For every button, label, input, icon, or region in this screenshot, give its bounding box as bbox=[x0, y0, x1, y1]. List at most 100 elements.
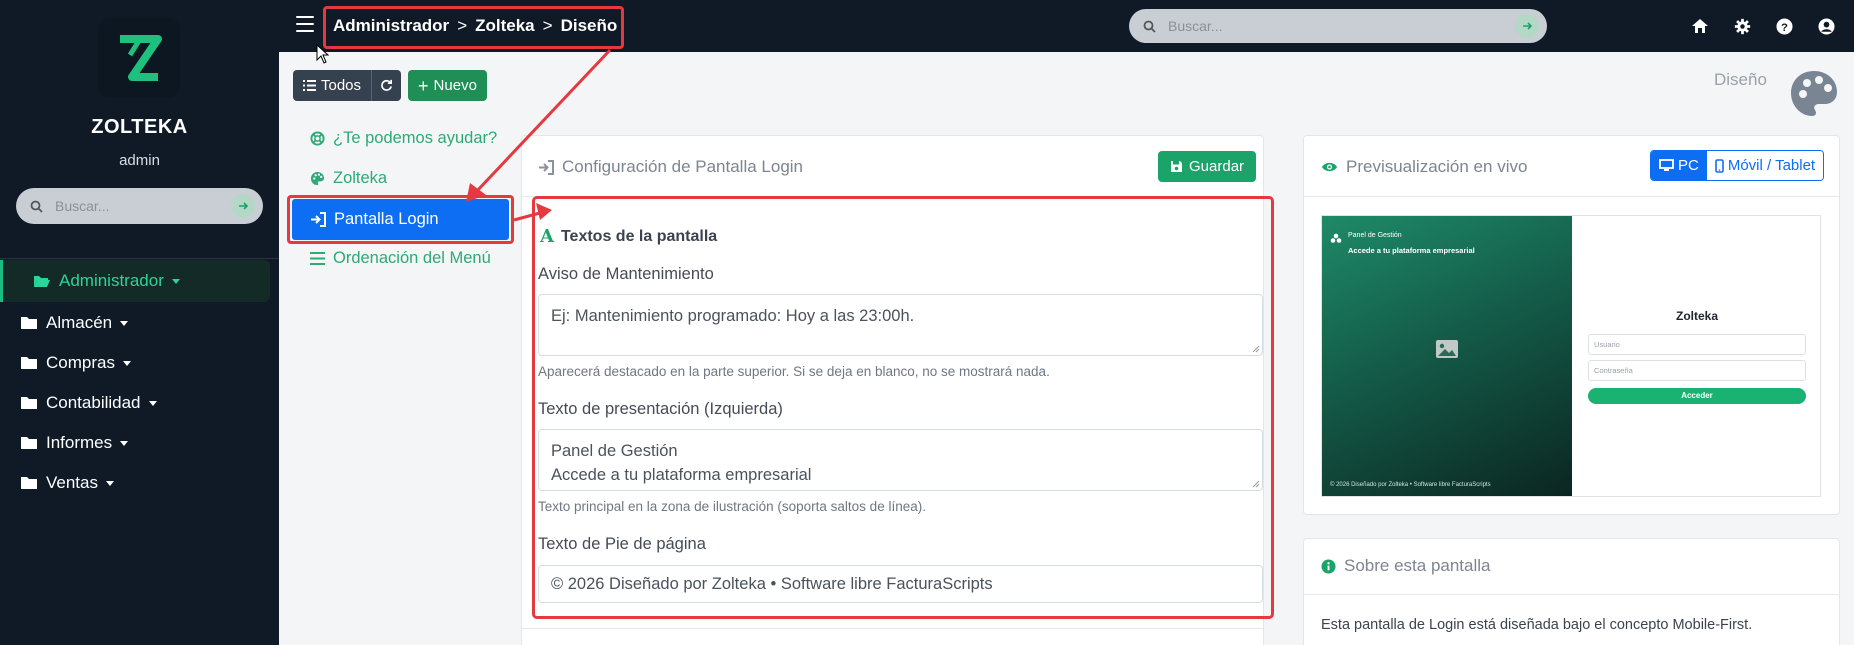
gear-icon[interactable] bbox=[1732, 16, 1752, 36]
breadcrumb-highlight bbox=[323, 6, 624, 49]
eye-icon bbox=[1322, 162, 1337, 172]
sidebar-item-informes[interactable]: Informes bbox=[20, 425, 129, 461]
info-icon bbox=[1321, 558, 1336, 574]
sidebar-item-contabilidad[interactable]: Contabilidad bbox=[20, 385, 157, 421]
footer-value: © 2026 Diseñado por Zolteka • Software l… bbox=[551, 575, 993, 593]
subnav-label: ¿Te podemos ayudar? bbox=[333, 128, 498, 147]
login-preview: Panel de Gestión Accede a tu plataforma … bbox=[1321, 215, 1821, 497]
sidebar-item-administrador[interactable]: Administrador bbox=[0, 260, 270, 302]
caret-down-icon bbox=[120, 320, 129, 326]
subnav-highlight bbox=[287, 195, 514, 244]
mobile-label: Móvil / Tablet bbox=[1727, 157, 1816, 174]
preview-card-divider bbox=[1304, 196, 1839, 197]
svg-text:?: ? bbox=[1781, 21, 1788, 33]
preview-login-title: Zolteka bbox=[1675, 309, 1718, 323]
preview-title-text: Previsualización en vivo bbox=[1346, 157, 1528, 176]
section-title: A Textos de la pantalla bbox=[540, 226, 717, 247]
image-icon bbox=[1436, 340, 1458, 358]
menu-toggle-icon[interactable] bbox=[296, 16, 314, 32]
toolbar: Todos + Nuevo bbox=[293, 70, 487, 101]
presentation-textarea[interactable]: Panel de Gestión Accede a tu plataforma … bbox=[538, 429, 1263, 491]
subnav-zolteka[interactable]: Zolteka bbox=[310, 160, 387, 196]
sidebar-item-label: Ventas bbox=[46, 473, 98, 492]
config-card-bottom-divider bbox=[522, 628, 1263, 629]
device-toggle: PC Móvil / Tablet bbox=[1650, 150, 1825, 181]
footer-label: Texto de Pie de página bbox=[538, 535, 706, 553]
top-search[interactable]: Buscar... bbox=[1129, 9, 1547, 43]
sidebar-item-ventas[interactable]: Ventas bbox=[20, 465, 114, 501]
top-search-go-button[interactable] bbox=[1515, 14, 1539, 38]
folder-icon bbox=[21, 317, 37, 329]
save-button[interactable]: Guardar bbox=[1158, 151, 1257, 182]
life-ring-icon bbox=[310, 130, 325, 146]
folder-icon bbox=[21, 477, 37, 489]
sidebar-item-label: Informes bbox=[46, 433, 113, 452]
maintenance-placeholder: Ej: Mantenimiento programado: Hoy a las … bbox=[551, 307, 915, 325]
nuevo-label: Nuevo bbox=[433, 77, 477, 94]
preview-subtitle: Accede a tu plataforma empresarial bbox=[1348, 246, 1475, 255]
maintenance-label: Aviso de Mantenimiento bbox=[538, 265, 714, 283]
font-icon: A bbox=[540, 226, 554, 247]
arrow-right-icon bbox=[239, 202, 249, 210]
sidebar-search[interactable]: Buscar... bbox=[16, 188, 263, 224]
nuevo-button[interactable]: + Nuevo bbox=[408, 70, 487, 101]
caret-down-icon bbox=[106, 480, 114, 486]
floppy-icon bbox=[1171, 161, 1182, 172]
help-icon[interactable]: ? bbox=[1774, 16, 1794, 36]
pc-toggle-button[interactable]: PC bbox=[1651, 151, 1707, 180]
sidebar-item-label: Compras bbox=[46, 353, 115, 372]
about-card-title: Sobre esta pantalla bbox=[1321, 556, 1491, 576]
sidebar-search-go-button[interactable] bbox=[231, 194, 255, 218]
brand-name: ZOLTEKA bbox=[91, 116, 188, 138]
sidebar: ZOLTEKA admin Buscar... Administrador Al… bbox=[0, 0, 279, 645]
sidebar-item-compras[interactable]: Compras bbox=[20, 345, 131, 381]
sidebar-item-label: Administrador bbox=[59, 271, 164, 290]
sidebar-item-almacen[interactable]: Almacén bbox=[20, 305, 129, 341]
maintenance-help: Aparecerá destacado en la parte superior… bbox=[538, 364, 1050, 379]
preview-password-input: Contraseña bbox=[1588, 360, 1806, 381]
palette-icon bbox=[1791, 71, 1837, 116]
footer-input[interactable]: © 2026 Diseñado por Zolteka • Software l… bbox=[538, 565, 1263, 603]
folder-open-icon bbox=[34, 276, 50, 287]
subnav-menu-order[interactable]: Ordenación del Menú bbox=[310, 240, 491, 276]
subnav-label: Ordenación del Menú bbox=[333, 248, 491, 267]
top-search-input[interactable]: Buscar... bbox=[1168, 18, 1515, 34]
sidebar-item-label: Contabilidad bbox=[46, 393, 141, 412]
user-icon[interactable] bbox=[1816, 16, 1836, 36]
sidebar-search-input[interactable]: Buscar... bbox=[55, 198, 231, 214]
caret-down-icon bbox=[122, 360, 131, 366]
preview-logo-icon bbox=[1330, 233, 1342, 243]
about-card-divider bbox=[1304, 594, 1839, 595]
subnav-help[interactable]: ¿Te podemos ayudar? bbox=[310, 120, 497, 156]
preview-brand: Panel de Gestión bbox=[1348, 232, 1402, 239]
desktop-icon bbox=[1659, 159, 1674, 171]
about-title-text: Sobre esta pantalla bbox=[1344, 556, 1491, 575]
caret-down-icon bbox=[171, 278, 180, 284]
list-icon bbox=[303, 80, 316, 91]
preview-card-title: Previsualización en vivo bbox=[1321, 157, 1527, 177]
search-icon bbox=[1143, 20, 1156, 33]
refresh-icon bbox=[381, 79, 393, 91]
mobile-toggle-button[interactable]: Móvil / Tablet bbox=[1706, 151, 1824, 180]
arrow-right-icon bbox=[1523, 22, 1533, 30]
todos-button[interactable]: Todos bbox=[293, 70, 372, 101]
mobile-icon bbox=[1715, 158, 1724, 173]
brand-logo[interactable] bbox=[98, 18, 180, 98]
resize-handle-icon[interactable] bbox=[1252, 345, 1260, 353]
topbar-actions: ? bbox=[1690, 16, 1836, 36]
presentation-line: Accede a tu plataforma empresarial bbox=[551, 466, 812, 484]
refresh-button[interactable] bbox=[371, 70, 402, 101]
home-icon[interactable] bbox=[1690, 16, 1710, 36]
save-label: Guardar bbox=[1189, 158, 1245, 175]
pc-label: PC bbox=[1678, 157, 1699, 174]
presentation-line: Panel de Gestión bbox=[551, 442, 678, 460]
config-title-text: Configuración de Pantalla Login bbox=[562, 157, 804, 176]
sidebar-divider bbox=[0, 258, 279, 259]
sign-in-icon bbox=[539, 159, 554, 175]
caret-down-icon bbox=[120, 440, 129, 446]
folder-icon bbox=[21, 397, 37, 409]
resize-handle-icon[interactable] bbox=[1252, 480, 1260, 488]
todos-label: Todos bbox=[321, 77, 362, 94]
maintenance-textarea[interactable]: Ej: Mantenimiento programado: Hoy a las … bbox=[538, 294, 1263, 356]
zolteka-logo-icon bbox=[120, 35, 162, 81]
